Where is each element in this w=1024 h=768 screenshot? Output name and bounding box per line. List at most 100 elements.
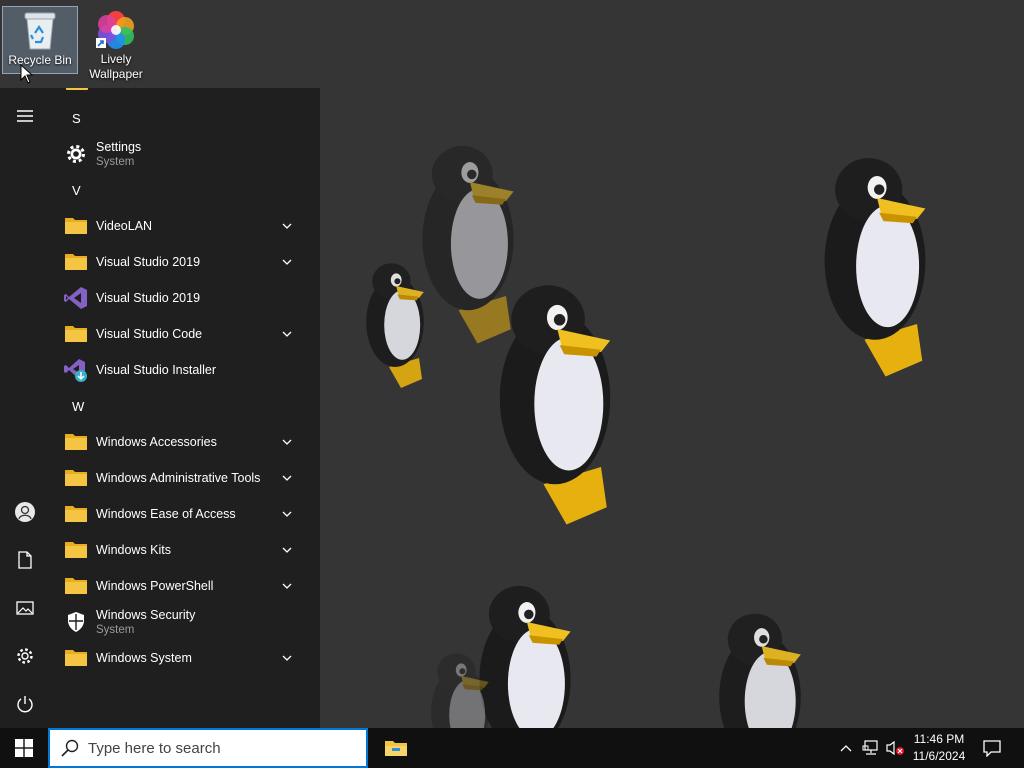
folder-icon <box>62 320 90 348</box>
app-item-visual-studio-code-folder[interactable]: Visual Studio Code <box>50 316 312 352</box>
app-item-videolan-folder[interactable]: VideoLAN <box>50 208 312 244</box>
app-item-windows-ease-of-access-folder[interactable]: Windows Ease of Access <box>50 496 312 532</box>
shield-icon <box>62 608 90 636</box>
search-icon <box>61 739 79 757</box>
file-explorer-icon <box>385 741 407 756</box>
desktop-icon-recycle-bin[interactable]: Recycle Bin <box>2 6 78 74</box>
all-apps-list: S Settings System V VideoLAN Visual Studio 20… <box>50 88 320 728</box>
group-letter-header[interactable]: S <box>72 111 81 126</box>
lively-wallpaper-icon <box>94 8 138 52</box>
clock-time: 11:46 PM <box>913 732 965 746</box>
settings-rail-button[interactable] <box>0 634 50 678</box>
taskbar-search-box[interactable] <box>48 728 368 768</box>
power-icon <box>17 696 33 713</box>
penguin-figure <box>499 285 611 525</box>
volume-muted-icon <box>886 740 904 756</box>
recycle-bin-icon <box>18 9 62 53</box>
network-icon <box>862 740 878 755</box>
chevron-down-icon[interactable] <box>280 255 294 269</box>
app-item-settings[interactable]: Settings System <box>50 136 312 172</box>
chevron-down-icon[interactable] <box>280 507 294 521</box>
show-hidden-icons-button[interactable] <box>836 728 856 768</box>
start-button[interactable] <box>0 728 48 768</box>
app-item-windows-system-folder[interactable]: Windows System <box>50 640 312 676</box>
app-item-visual-studio-2019-folder[interactable]: Visual Studio 2019 <box>50 244 312 280</box>
app-item-label: Windows PowerShell <box>96 579 214 593</box>
action-center-button[interactable] <box>978 728 1006 768</box>
visual-studio-installer-icon <box>62 356 90 384</box>
chevron-down-icon[interactable] <box>280 327 294 341</box>
folder-icon <box>62 212 90 240</box>
app-item-windows-security[interactable]: Windows Security System <box>50 604 312 640</box>
gear-icon <box>62 140 90 168</box>
gear-icon <box>17 648 33 664</box>
volume-button[interactable] <box>884 728 906 768</box>
desktop-icon-lively-wallpaper[interactable]: Lively Wallpaper <box>78 6 154 88</box>
document-icon <box>18 551 32 569</box>
app-item-visual-studio-installer[interactable]: Visual Studio Installer <box>50 352 312 388</box>
app-item-label: Windows Accessories <box>96 435 217 449</box>
app-item-label: Visual Studio Code <box>96 327 203 341</box>
folder-icon <box>62 644 90 672</box>
app-item-label: Visual Studio 2019 <box>96 291 201 305</box>
app-item-label: Visual Studio 2019 <box>96 255 201 269</box>
pictures-icon <box>16 601 34 615</box>
taskbar: 11:46 PM 11/6/2024 <box>0 728 1024 768</box>
action-center-icon <box>983 740 1001 757</box>
app-item-label: Windows Security <box>96 607 196 622</box>
documents-button[interactable] <box>0 538 50 582</box>
start-menu: S Settings System V VideoLAN Visual Studio 20… <box>0 88 320 728</box>
expand-menu-button[interactable] <box>0 94 50 138</box>
penguin-figure <box>422 145 514 344</box>
app-item-windows-accessories-folder[interactable]: Windows Accessories <box>50 424 312 460</box>
chevron-down-icon[interactable] <box>280 543 294 557</box>
folder-icon <box>62 572 90 600</box>
power-button[interactable] <box>0 682 50 726</box>
folder-icon <box>62 500 90 528</box>
app-item-visual-studio-2019[interactable]: Visual Studio 2019 <box>50 280 312 316</box>
taskbar-file-explorer-button[interactable] <box>374 728 418 768</box>
chevron-down-icon[interactable] <box>280 435 294 449</box>
app-item-windows-administrative-tools-folder[interactable]: Windows Administrative Tools <box>50 460 312 496</box>
folder-icon <box>62 428 90 456</box>
app-item-label: Settings <box>96 139 142 154</box>
search-input[interactable] <box>88 739 348 757</box>
hamburger-icon <box>17 110 33 122</box>
app-item-sublabel: System <box>96 623 135 636</box>
app-item-windows-kits-folder[interactable]: Windows Kits <box>50 532 312 568</box>
penguin-figure <box>479 585 571 728</box>
app-item-label: Windows Administrative Tools <box>96 471 261 485</box>
start-menu-rail <box>0 88 50 728</box>
app-item-label: Visual Studio Installer <box>96 363 216 377</box>
penguin-figure <box>431 653 489 728</box>
account-button[interactable] <box>0 490 50 534</box>
clock-date: 11/6/2024 <box>912 749 966 763</box>
visual-studio-icon <box>62 284 90 312</box>
group-letter-header[interactable]: V <box>72 183 81 198</box>
penguin-figure <box>366 263 424 388</box>
folder-icon <box>62 464 90 492</box>
desktop-icon-label: Recycle Bin <box>8 53 72 67</box>
app-item-label: Windows Kits <box>96 543 172 557</box>
chevron-down-icon[interactable] <box>280 219 294 233</box>
app-item-sublabel: System <box>96 155 135 168</box>
penguin-figure <box>719 613 801 728</box>
pictures-button[interactable] <box>0 586 50 630</box>
app-item-label: Windows System <box>96 651 192 665</box>
chevron-down-icon[interactable] <box>280 651 294 665</box>
mouse-cursor-icon <box>20 64 34 84</box>
chevron-down-icon[interactable] <box>280 471 294 485</box>
app-item-windows-powershell-folder[interactable]: Windows PowerShell <box>50 568 312 604</box>
folder-icon <box>62 248 90 276</box>
penguin-figure <box>824 158 926 377</box>
chevron-up-icon <box>840 745 852 752</box>
app-item-label: VideoLAN <box>96 219 153 233</box>
desktop-icon-label: Lively Wallpaper <box>89 52 143 81</box>
group-letter-header[interactable]: W <box>72 399 84 414</box>
network-button[interactable] <box>860 728 882 768</box>
chevron-down-icon[interactable] <box>280 579 294 593</box>
folder-icon <box>66 88 88 90</box>
windows-logo-icon <box>15 739 33 757</box>
taskbar-clock[interactable]: 11:46 PM 11/6/2024 <box>906 728 972 768</box>
user-icon <box>15 502 35 522</box>
